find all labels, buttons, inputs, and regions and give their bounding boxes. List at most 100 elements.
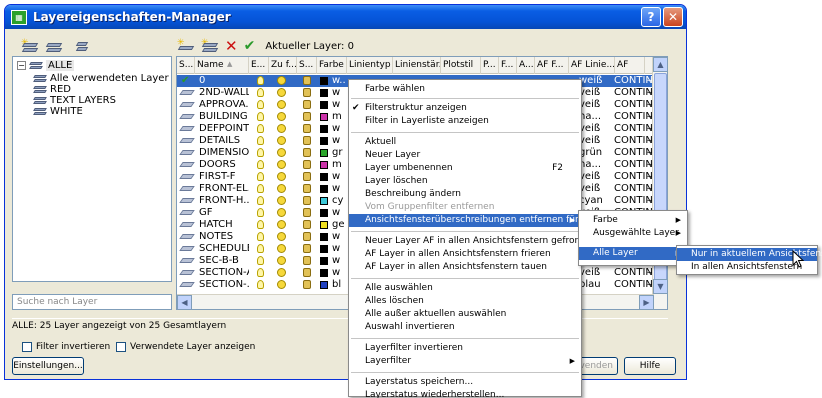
lock-icon[interactable] bbox=[303, 232, 311, 241]
sun-icon[interactable] bbox=[277, 184, 286, 193]
col-vp-freeze[interactable]: F... bbox=[499, 57, 517, 74]
lock-icon[interactable] bbox=[303, 148, 311, 157]
color-swatch[interactable] bbox=[320, 149, 328, 157]
menu-item[interactable]: Alle auswählen bbox=[349, 282, 581, 295]
lock-icon[interactable] bbox=[303, 220, 311, 229]
sun-icon[interactable] bbox=[277, 148, 286, 157]
search-layer-input[interactable]: Suche nach Layer bbox=[12, 294, 172, 310]
sun-icon[interactable] bbox=[277, 268, 286, 277]
layer-state-manager-icon[interactable] bbox=[75, 38, 93, 54]
help-dialog-button[interactable]: Hilfe bbox=[624, 357, 676, 375]
lock-icon[interactable] bbox=[303, 280, 311, 289]
submenu-item-all-layers[interactable]: Alle Layer▶ bbox=[579, 247, 687, 260]
menu-item[interactable]: Auswahl invertieren bbox=[349, 321, 581, 334]
show-used-option[interactable]: Verwendete Layer anzeigen bbox=[116, 342, 255, 352]
collapse-icon[interactable]: − bbox=[17, 61, 26, 70]
menu-item[interactable]: Aktuell bbox=[349, 136, 581, 149]
menu-item[interactable]: Layerstatus speichern... bbox=[349, 376, 581, 389]
color-swatch[interactable] bbox=[320, 77, 328, 85]
col-vp-color[interactable]: AF F... bbox=[535, 57, 569, 74]
col-plotstyle[interactable]: Plotstil bbox=[441, 57, 481, 74]
color-swatch[interactable] bbox=[320, 185, 328, 193]
sun-icon[interactable] bbox=[277, 136, 286, 145]
scroll-up-icon[interactable]: ▲ bbox=[653, 57, 667, 72]
sun-icon[interactable] bbox=[277, 124, 286, 133]
lock-icon[interactable] bbox=[303, 184, 311, 193]
sun-icon[interactable] bbox=[277, 232, 286, 241]
bulb-icon[interactable] bbox=[257, 220, 264, 229]
sun-icon[interactable] bbox=[277, 244, 286, 253]
bulb-icon[interactable] bbox=[257, 160, 264, 169]
sun-icon[interactable] bbox=[277, 256, 286, 265]
col-status[interactable]: S... bbox=[177, 57, 195, 74]
lock-icon[interactable] bbox=[303, 112, 311, 121]
bulb-icon[interactable] bbox=[257, 280, 264, 289]
col-color[interactable]: Farbe bbox=[317, 57, 347, 74]
color-swatch[interactable] bbox=[320, 257, 328, 265]
sun-icon[interactable] bbox=[277, 220, 286, 229]
bulb-icon[interactable] bbox=[257, 148, 264, 157]
sun-icon[interactable] bbox=[277, 172, 286, 181]
lock-icon[interactable] bbox=[303, 136, 311, 145]
color-swatch[interactable] bbox=[320, 233, 328, 241]
tree-item-used[interactable]: Alle verwendeten Layer bbox=[33, 73, 169, 84]
new-layer-icon[interactable]: ✳ bbox=[177, 38, 195, 54]
col-plot[interactable]: P... bbox=[481, 57, 499, 74]
col-freeze[interactable]: Zu f... bbox=[269, 57, 297, 74]
menu-item[interactable]: Layer umbenennen F2 bbox=[349, 162, 581, 175]
color-swatch[interactable] bbox=[320, 161, 328, 169]
sun-icon[interactable] bbox=[277, 100, 286, 109]
lock-icon[interactable] bbox=[303, 160, 311, 169]
invert-filter-checkbox[interactable] bbox=[22, 342, 32, 352]
color-swatch[interactable] bbox=[320, 137, 328, 145]
sun-icon[interactable] bbox=[277, 196, 286, 205]
tree-root-all[interactable]: − ALLE bbox=[17, 60, 75, 71]
new-property-filter-icon[interactable]: ✳ bbox=[21, 38, 39, 54]
color-swatch[interactable] bbox=[320, 245, 328, 253]
menu-item[interactable]: ✔ Filterstruktur anzeigen bbox=[349, 102, 581, 115]
menu-item[interactable]: Alles löschen bbox=[349, 295, 581, 308]
color-swatch[interactable] bbox=[320, 173, 328, 181]
lock-icon[interactable] bbox=[303, 196, 311, 205]
menu-item[interactable]: Ansichtsfensterüberschreibungen entferne… bbox=[349, 214, 581, 227]
menu-item[interactable]: Alle außer aktuellen auswählen bbox=[349, 308, 581, 321]
color-swatch[interactable] bbox=[320, 281, 328, 289]
filter-tree[interactable]: − ALLE Alle verwendeten Layer RED TEXT L… bbox=[12, 56, 172, 282]
new-group-filter-icon[interactable] bbox=[45, 38, 63, 54]
col-new-vp-freeze[interactable]: A... bbox=[517, 57, 535, 74]
menu-item[interactable]: Neuer Layer AF in allen Ansichtsfenstern… bbox=[349, 235, 589, 248]
col-linetype[interactable]: Linientyp bbox=[347, 57, 393, 74]
lock-icon[interactable] bbox=[303, 268, 311, 277]
delete-layer-icon[interactable]: ✕ bbox=[225, 37, 238, 55]
lock-icon[interactable] bbox=[303, 88, 311, 97]
col-vp-linetype[interactable]: AF Linie... bbox=[569, 57, 615, 74]
vertical-scrollbar[interactable]: ▲ ▼ bbox=[652, 57, 667, 309]
bulb-icon[interactable] bbox=[257, 256, 264, 265]
menu-item[interactable]: Beschreibung ändern bbox=[349, 188, 581, 201]
bulb-icon[interactable] bbox=[257, 100, 264, 109]
bulb-icon[interactable] bbox=[257, 112, 264, 121]
color-swatch[interactable] bbox=[320, 269, 328, 277]
bulb-icon[interactable] bbox=[257, 172, 264, 181]
title-bar[interactable]: ▦ Layereigenschaften-Manager ? ✕ bbox=[5, 5, 686, 29]
menu-item[interactable]: Layerstatus wiederherstellen... bbox=[349, 389, 581, 398]
help-button[interactable]: ? bbox=[641, 7, 661, 27]
bulb-icon[interactable] bbox=[257, 76, 264, 85]
tree-item-white[interactable]: WHITE bbox=[33, 106, 83, 117]
menu-item[interactable]: Neuer Layer bbox=[349, 149, 581, 162]
menu-item[interactable]: Layerfilter ▶ bbox=[349, 355, 581, 368]
sun-icon[interactable] bbox=[277, 88, 286, 97]
tree-item-text-layers[interactable]: TEXT LAYERS bbox=[33, 95, 116, 106]
bulb-icon[interactable] bbox=[257, 268, 264, 277]
color-swatch[interactable] bbox=[320, 101, 328, 109]
sun-icon[interactable] bbox=[277, 160, 286, 169]
menu-item[interactable]: AF Layer in allen Ansichtsfenstern frier… bbox=[349, 248, 581, 261]
color-swatch[interactable] bbox=[320, 89, 328, 97]
sun-icon[interactable] bbox=[277, 112, 286, 121]
menu-item[interactable]: Layerfilter invertieren bbox=[349, 342, 581, 355]
scroll-down-icon[interactable]: ▼ bbox=[653, 279, 667, 294]
menu-item[interactable]: Layer löschen bbox=[349, 175, 581, 188]
menu-item[interactable]: Farbe wählen bbox=[349, 83, 581, 96]
col-on[interactable]: E... bbox=[249, 57, 269, 74]
bulb-icon[interactable] bbox=[257, 136, 264, 145]
